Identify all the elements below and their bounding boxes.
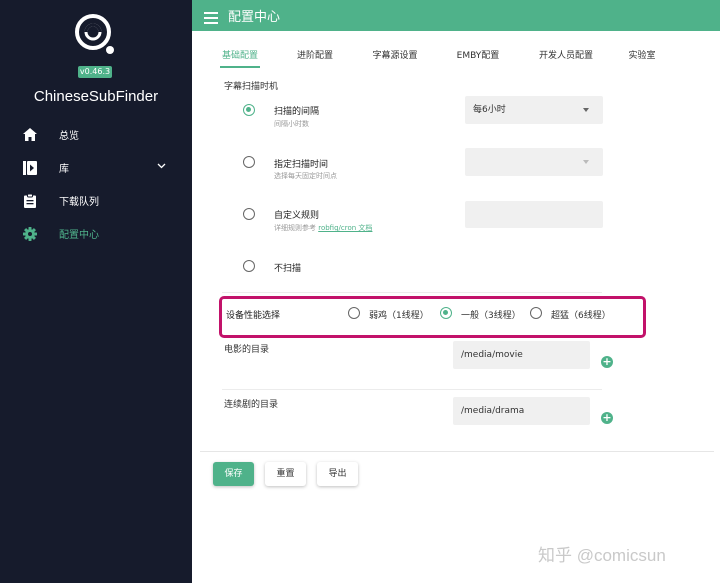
tab-emby[interactable]: EMBY配置	[455, 40, 501, 68]
scan-fixed-time-radio[interactable]	[243, 156, 255, 168]
sidebar-item-settings[interactable]: 配置中心	[0, 217, 192, 250]
app-logo-icon	[73, 12, 117, 56]
movie-dir-input[interactable]: /media/movie	[453, 341, 590, 369]
scan-fixed-time-subtitle: 选择每天固定时间点	[274, 172, 337, 180]
clipboard-icon	[22, 193, 37, 208]
sidebar-nav: 总览 库 下载队列 配置中心	[0, 118, 192, 250]
save-button[interactable]: 保存	[213, 462, 254, 486]
custom-rule-input[interactable]	[465, 201, 603, 228]
gear-icon	[22, 226, 37, 241]
sidebar-item-download-queue[interactable]: 下载队列	[0, 184, 192, 217]
dropdown-caret-icon	[583, 160, 589, 164]
scan-fixed-time-select[interactable]	[465, 148, 603, 176]
top-app-bar: 配置中心	[192, 0, 720, 31]
sidebar-item-label: 总览	[59, 131, 79, 142]
divider	[222, 292, 602, 293]
scan-interval-select[interactable]: 每6小时	[465, 96, 603, 124]
tab-basic[interactable]: 基础配置	[220, 40, 260, 68]
perf-weak-label: 弱鸡（1线程）	[369, 311, 429, 321]
scan-none-radio[interactable]	[243, 260, 255, 272]
export-button[interactable]: 导出	[317, 462, 358, 486]
scan-custom-rule-subtitle: 详细规则参考 robfig/cron 文档	[274, 223, 372, 233]
drama-dir-input[interactable]: /media/drama	[453, 397, 590, 425]
add-movie-dir-button[interactable]: +	[601, 356, 613, 368]
perf-normal-radio[interactable]	[440, 307, 452, 319]
sidebar-item-label: 下载队列	[59, 197, 99, 208]
settings-tabs: 基础配置 进阶配置 字幕源设置 EMBY配置 开发人员配置 实验室	[192, 40, 720, 68]
page-title: 配置中心	[228, 10, 281, 25]
scan-none-title: 不扫描	[274, 264, 302, 274]
home-icon	[22, 127, 37, 142]
scan-section-label: 字幕扫描时机	[224, 82, 279, 92]
tab-advanced[interactable]: 进阶配置	[295, 40, 335, 68]
cron-doc-link[interactable]: robfig/cron 文档	[318, 224, 372, 232]
library-play-icon	[22, 160, 37, 175]
chevron-down-icon[interactable]	[157, 161, 166, 172]
divider	[222, 389, 602, 390]
tab-developer[interactable]: 开发人员配置	[536, 40, 596, 68]
add-drama-dir-button[interactable]: +	[601, 412, 613, 424]
menu-icon[interactable]	[204, 9, 218, 24]
scan-fixed-time-title: 指定扫描时间	[274, 160, 329, 170]
drama-dir-label: 连续剧的目录	[224, 400, 279, 410]
sidebar-item-overview[interactable]: 总览	[0, 118, 192, 151]
scan-interval-value: 每6小时	[473, 105, 506, 115]
perf-normal-label: 一般（3线程）	[461, 311, 521, 321]
scan-interval-subtitle: 间隔小时数	[274, 120, 309, 128]
sidebar-item-label: 库	[59, 164, 69, 175]
app-name: ChineseSubFinder	[33, 88, 159, 105]
perf-strong-label: 超猛（6线程）	[551, 311, 611, 321]
version-badge: v0.46.3	[78, 66, 112, 78]
tab-lab[interactable]: 实验室	[626, 40, 658, 68]
scan-interval-radio[interactable]	[243, 104, 255, 116]
sidebar: v0.46.3 ChineseSubFinder 总览 库 下载队列 配置中心	[0, 0, 192, 583]
movie-dir-label: 电影的目录	[224, 345, 270, 355]
scan-custom-rule-title: 自定义规则	[274, 211, 320, 221]
custom-rule-hint: 详细规则参考	[274, 224, 316, 232]
reset-button[interactable]: 重置	[265, 462, 306, 486]
dropdown-caret-icon	[583, 108, 589, 112]
perf-weak-radio[interactable]	[348, 307, 360, 319]
performance-label: 设备性能选择	[226, 311, 281, 321]
sidebar-item-label: 配置中心	[59, 230, 99, 241]
watermark: 知乎 @comicsun	[538, 546, 666, 565]
tab-subtitle-sources[interactable]: 字幕源设置	[370, 40, 420, 68]
scan-interval-title: 扫描的间隔	[274, 107, 320, 117]
sidebar-item-library[interactable]: 库	[0, 151, 192, 184]
perf-strong-radio[interactable]	[530, 307, 542, 319]
scan-custom-rule-radio[interactable]	[243, 208, 255, 220]
